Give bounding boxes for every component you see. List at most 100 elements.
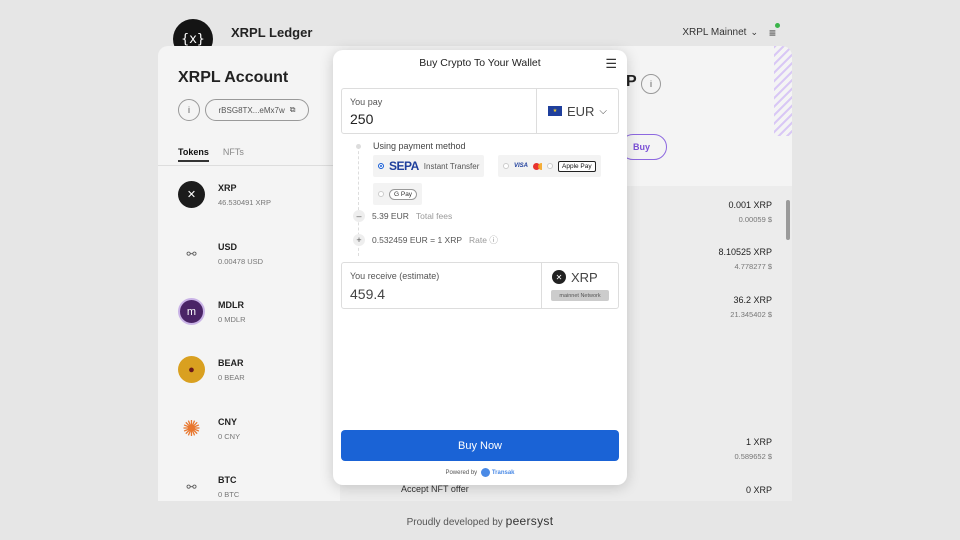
visa-logo-icon: VISA (514, 162, 529, 169)
token-name: MDLR (218, 300, 244, 310)
currency-label: EUR (566, 103, 595, 119)
token-name: USD (218, 242, 238, 252)
amount-xrp: 1 XRP (745, 437, 772, 447)
powered-by-text: Powered by (445, 470, 478, 477)
tabs: Tokens NFTs (178, 147, 244, 162)
token-name: XRP (218, 183, 237, 193)
xrp-icon: ✕ (178, 181, 205, 208)
rate-row: + 0.532459 EUR = 1 XRP Rate ⓘ (353, 234, 498, 246)
payment-option-applepay[interactable]: Apple Pay (542, 155, 601, 177)
page-title: XRPL Account (178, 69, 289, 86)
sepa-logo-icon: SEPA (389, 159, 419, 173)
radio-selected[interactable] (378, 163, 384, 169)
timeline-dot (356, 144, 361, 149)
currency-select[interactable]: ★ EUR ⌵ (536, 89, 618, 133)
xrp-icon: ✕ (552, 270, 566, 284)
rate-label: Rate (469, 235, 487, 245)
address-pill[interactable]: rBSG8TX...eMx7w ⧉ (205, 99, 309, 121)
fees-value: 5.39 EUR (372, 211, 409, 221)
plus-icon: + (353, 234, 365, 246)
receive-value: 459.4 (350, 286, 386, 302)
fees-row: – 5.39 EUR Total fees (353, 210, 452, 222)
copy-icon[interactable]: ⧉ (290, 105, 296, 115)
payment-method-label: Using payment method (373, 141, 466, 151)
amount-fiat: 0.00059 $ (738, 215, 772, 224)
footer-brand[interactable]: peersyst (506, 514, 554, 528)
network-label: XRPL Mainnet (682, 27, 747, 38)
decorative-hatch (774, 46, 792, 136)
pay-field: You pay ★ EUR ⌵ (341, 88, 619, 134)
buy-button[interactable]: Buy (620, 134, 667, 160)
address-text: rBSG8TX...eMx7w (218, 105, 285, 115)
status-dot (775, 23, 780, 28)
google-pay-icon: G Pay (389, 188, 418, 200)
brand-name: XRPL Ledger (231, 25, 313, 40)
activity-amount: 1 XRP 0.589652 $ (734, 437, 772, 461)
transak-icon (480, 468, 490, 477)
activity-amount: 8.10525 XRP 4.778277 $ (718, 247, 772, 271)
amount-fiat: 0.589652 $ (734, 452, 772, 461)
rate-label-wrap: Rate ⓘ (469, 234, 498, 246)
footer: Proudly developed by peersyst (0, 514, 960, 528)
activity-amount: 0.001 XRP 0.00059 $ (728, 200, 772, 224)
token-name: BTC (218, 475, 237, 485)
amount-xrp: 8.10525 XRP (718, 247, 772, 257)
buy-now-button[interactable]: Buy Now (341, 430, 619, 461)
eu-flag-icon: ★ (547, 106, 562, 116)
receive-label: You receive (estimate) (350, 271, 440, 281)
amount-xrp: 36.2 XRP (733, 295, 772, 305)
rate-value: 0.532459 EUR = 1 XRP (372, 235, 463, 245)
activity-amount: 0 XRP (746, 485, 772, 495)
info-icon[interactable]: ⓘ (489, 235, 498, 245)
token-balance: 0 MDLR (218, 315, 246, 324)
radio[interactable] (378, 191, 384, 197)
peek-letter: P (626, 73, 637, 90)
radio[interactable] (547, 163, 553, 169)
apple-pay-icon: Apple Pay (558, 160, 596, 172)
token-name: BEAR (218, 358, 244, 368)
info-icon[interactable]: i (178, 99, 200, 121)
menu-icon[interactable]: ☰ (605, 56, 617, 72)
token-balance: 46.530491 XRP (218, 198, 271, 207)
network-selector[interactable]: XRPL Mainnet ⌄ (682, 27, 758, 38)
modal-title: Buy Crypto To Your Wallet (419, 57, 541, 69)
token-balance: 0 BEAR (218, 373, 245, 382)
payment-option-sepa[interactable]: SEPA Instant Transfer (373, 155, 485, 177)
chevron-down-icon: ⌄ (750, 27, 758, 37)
trustline-icon: ⚯ (186, 246, 197, 261)
radio[interactable] (503, 163, 509, 169)
provider-name: Transak (491, 470, 515, 477)
minus-icon: – (353, 210, 365, 222)
buy-crypto-modal: Buy Crypto To Your Wallet ☰ You pay ★ EU… (333, 50, 627, 485)
token-balance: 0 CNY (218, 432, 241, 441)
fees-label: Total fees (415, 211, 453, 221)
amount-xrp: 0.001 XRP (728, 200, 772, 210)
sepa-detail: Instant Transfer (423, 161, 480, 171)
payment-option-gpay[interactable]: G Pay (373, 183, 423, 205)
amount-xrp: 0 XRP (745, 485, 772, 495)
tab-nfts[interactable]: NFTs (223, 147, 244, 162)
receive-currency-select[interactable]: ✕ XRP mainnet Network (541, 263, 618, 308)
token-balance: 0 BTC (218, 490, 240, 499)
nft-offer-label: Accept NFT offer (401, 484, 469, 494)
amount-fiat: 4.778277 $ (734, 262, 772, 271)
trustline-icon: ⚯ (186, 479, 197, 494)
network-badge: mainnet Network (551, 290, 609, 301)
info-icon[interactable]: i (641, 74, 661, 94)
chevron-down-icon: ⌵ (599, 105, 608, 117)
pay-amount-input[interactable] (350, 111, 530, 127)
scrollbar[interactable] (786, 200, 790, 240)
pay-label: You pay (350, 97, 383, 107)
menu-icon[interactable]: ≡ (769, 26, 776, 40)
bear-icon: ● (178, 356, 205, 383)
activity-amount: 36.2 XRP 21.345402 $ (730, 295, 772, 319)
logo-text: {x} (181, 31, 205, 47)
powered-by: Powered by Transak (333, 468, 627, 477)
token-name: CNY (218, 417, 238, 427)
tabs-divider (158, 165, 336, 166)
token-balance: 0.00478 USD (218, 257, 264, 266)
footer-text: Proudly developed by (406, 517, 503, 528)
tab-tokens[interactable]: Tokens (178, 147, 209, 162)
receive-currency: XRP (571, 270, 598, 285)
cny-icon: ✺ (182, 415, 201, 441)
